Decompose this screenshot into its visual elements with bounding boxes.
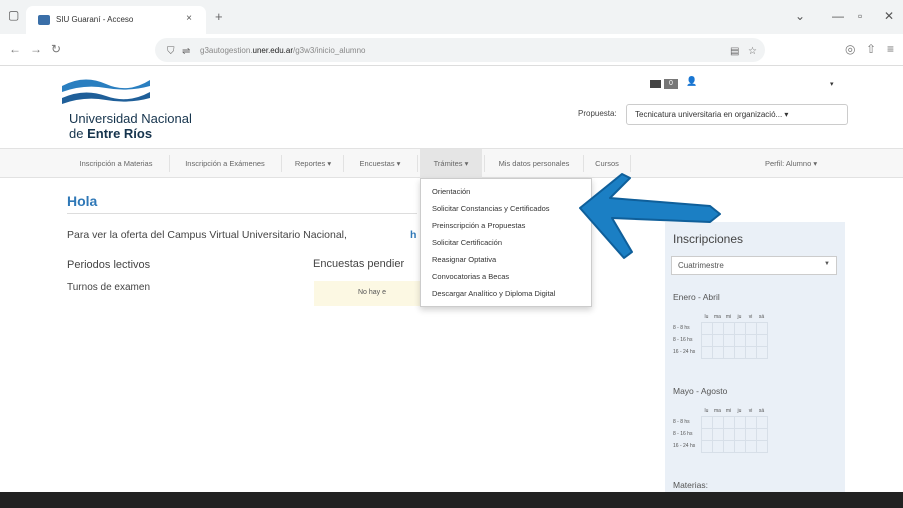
url-bar[interactable]: ⛉ ⇌ g3autogestion.uner.edu.ar/g3w3/inici… [155, 38, 765, 62]
messages-count-badge: 0 [664, 79, 678, 89]
no-surveys-alert: No hay e [314, 281, 424, 306]
chevron-down-icon: ▾ [813, 159, 818, 168]
site-header: Universidad Nacional de Entre Ríos 0 👤 ▾… [0, 66, 903, 148]
campus-virtual-notice: Para ver la oferta del Campus Virtual Un… [67, 229, 347, 241]
encuestas-pendientes-heading: Encuestas pendier [313, 258, 405, 270]
url-path: /g3w3/inicio_alumno [292, 46, 366, 55]
close-window-button[interactable]: ✕ [884, 9, 894, 23]
menu-separator [343, 155, 344, 172]
profile-menu[interactable]: Perfil: Alumno ▾ [765, 149, 817, 178]
menu-inscripcion-materias[interactable]: Inscripción a Materias [66, 149, 166, 178]
menu-reportes[interactable]: Reportes ▾ [286, 149, 340, 178]
campus-virtual-link[interactable]: h [410, 229, 416, 241]
materias-label: Materias: [673, 480, 708, 490]
site-info-icon[interactable]: ⇌ [182, 46, 190, 57]
main-menu: Inscripción a Materias Inscripción a Exá… [0, 148, 903, 178]
tab-search-icon[interactable]: ⌄ [795, 9, 805, 23]
chevron-down-icon: ▾ [464, 159, 469, 168]
university-name-line1: Universidad Nacional [69, 111, 192, 126]
new-tab-button[interactable]: + [215, 9, 223, 24]
bookmark-star-icon[interactable]: ☆ [748, 46, 757, 57]
menu-separator [169, 155, 170, 172]
maximize-button[interactable]: ▫ [858, 9, 862, 23]
chevron-down-icon: ▾ [396, 159, 401, 168]
period2-title: Mayo - Agosto [673, 386, 728, 396]
menu-separator [484, 155, 485, 172]
page-title: Hola [67, 193, 98, 209]
account-icon[interactable]: ◎ [845, 42, 855, 56]
favicon-icon [38, 15, 50, 25]
chevron-down-icon: ▼ [824, 261, 830, 267]
forward-icon[interactable]: → [30, 42, 42, 56]
chevron-down-icon: ▾ [327, 159, 332, 168]
user-icon[interactable]: 👤 [686, 76, 697, 87]
menu-tramites[interactable]: Trámites ▾ [420, 149, 482, 178]
browser-tabbar: ▢ SIU Guaraní - Acceso × + ⌄ — ▫ ✕ [0, 0, 903, 34]
periodos-lectivos-heading: Periodos lectivos [67, 259, 151, 271]
uner-logo-icon[interactable] [60, 76, 152, 108]
page-footer [0, 492, 903, 508]
back-icon[interactable]: ← [9, 42, 21, 56]
dropdown-item-descargar-analitico[interactable]: Descargar Analítico y Diploma Digital [421, 286, 591, 303]
menu-separator [281, 155, 282, 172]
tab-close-icon[interactable]: × [186, 13, 192, 24]
period2-calendar: lu ma mi ju vi sá 8 - 8 hs 8 - 16 hs 16 - 24 … [673, 406, 768, 453]
divider [67, 213, 417, 214]
period1-title: Enero - Abril [673, 292, 720, 302]
shield-icon[interactable]: ⛉ [167, 46, 175, 57]
extensions-icon[interactable]: ⇧ [866, 42, 876, 56]
messages-icon[interactable] [650, 80, 661, 88]
reload-icon[interactable]: ↻ [51, 42, 61, 56]
address-toolbar: ← → ↻ ⛉ ⇌ g3autogestion.uner.edu.ar/g3w3… [0, 34, 903, 66]
user-menu-caret-icon[interactable]: ▾ [830, 80, 834, 88]
period1-calendar: lu ma mi ju vi sá 8 - 8 hs 8 - 16 hs 16 - 24 … [673, 312, 768, 359]
tab-title: SIU Guaraní - Acceso [56, 15, 134, 24]
propuesta-label: Propuesta: [578, 109, 617, 118]
chevron-down-icon: ▾ [784, 110, 789, 119]
menu-separator [417, 155, 418, 172]
turnos-examen-heading: Turnos de examen [67, 282, 151, 293]
menu-icon[interactable]: ≡ [887, 42, 894, 56]
tab-actions-icon[interactable]: ▢ [8, 8, 19, 22]
browser-tab[interactable]: SIU Guaraní - Acceso × [26, 6, 206, 34]
url-domain: uner.edu.ar [252, 46, 293, 55]
menu-encuestas[interactable]: Encuestas ▾ [347, 149, 413, 178]
url-prefix: g3autogestion. [200, 46, 253, 55]
university-name-line2: de Entre Ríos [69, 126, 153, 141]
minimize-button[interactable]: — [832, 9, 844, 23]
reader-view-icon[interactable]: ▤ [730, 46, 739, 57]
dropdown-item-convocatorias-becas[interactable]: Convocatorias a Becas [421, 269, 591, 286]
annotation-arrow-icon [579, 173, 721, 259]
propuesta-select[interactable]: Tecnicatura universitaria en organizació… [626, 104, 848, 125]
menu-inscripcion-examenes[interactable]: Inscripción a Exámenes [172, 149, 278, 178]
